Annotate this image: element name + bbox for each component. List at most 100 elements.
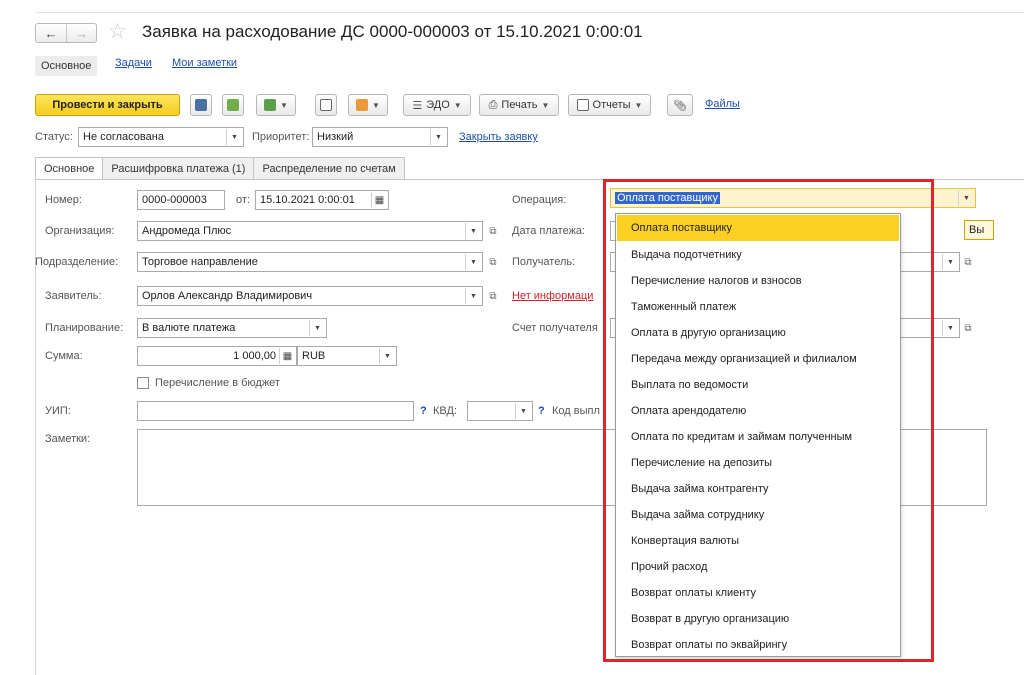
highlight-frame [603,179,934,662]
applicant-field[interactable]: Орлов Александр Владимирович ▼ [137,286,483,306]
edo-button[interactable]: ☰ ЭДО ▼ [403,94,471,116]
planning-value: В валюте платежа [142,322,236,334]
post-and-close-label: Провести и закрыть [52,99,163,111]
save-button[interactable] [190,94,212,116]
post-document-icon [227,99,239,111]
favorite-star-icon[interactable]: ☆ [108,20,127,44]
currency-value: RUB [302,350,326,362]
chevron-down-icon[interactable]: ▼ [942,320,958,336]
number-field[interactable]: 0000-000003 [137,190,225,210]
chevron-down-icon[interactable]: ▼ [465,254,481,270]
calculator-icon[interactable]: ▦ [279,348,295,364]
sum-field[interactable]: 1 000,00 ▦ [137,346,297,366]
applicant-value: Орлов Александр Владимирович [142,290,313,302]
chevron-down-icon: ▼ [634,100,643,110]
print-button[interactable]: ⎙ Печать ▼ [479,94,559,116]
status-value: Не согласована [83,131,164,143]
print-label: Печать [501,99,538,111]
paperclip-icon: 📎︎ [673,99,687,112]
organization-field[interactable]: Андромеда Плюс ▼ [137,221,483,241]
open-recipient-icon[interactable]: ⧉ [960,253,976,271]
tab-bar: Основное Расшифровка платежа (1) Распред… [35,157,405,179]
planning-label: Планирование: [45,322,124,334]
chevron-down-icon[interactable]: ▼ [430,129,446,145]
uip-help-icon[interactable]: ? [420,405,427,417]
chevron-down-icon: ▼ [453,100,462,110]
section-tasks[interactable]: Задачи [115,57,152,69]
priority-value: Низкий [317,131,354,143]
create-based-on-button[interactable]: ▼ [256,94,296,116]
budget-checkbox[interactable] [137,377,149,389]
currency-field[interactable]: RUB ▼ [297,346,397,366]
reports-icon [576,99,589,111]
chevron-down-icon[interactable]: ▼ [379,348,395,364]
tab-main[interactable]: Основное [35,157,104,179]
uip-field[interactable] [137,401,414,421]
priority-label: Приоритет: [252,131,310,143]
list-icon [320,99,332,111]
open-organization-icon[interactable]: ⧉ [485,222,501,240]
department-field[interactable]: Торговое направление ▼ [137,252,483,272]
chevron-down-icon[interactable]: ▼ [465,288,481,304]
chevron-down-icon[interactable]: ▼ [465,223,481,239]
planning-field[interactable]: В валюте платежа ▼ [137,318,327,338]
recipient-account-label: Счет получателя [512,322,598,334]
form-left-border [35,179,36,675]
chevron-down-icon[interactable]: ▼ [942,254,958,270]
uip-label: УИП: [45,405,71,417]
forward-button[interactable]: → [66,24,96,42]
reports-button[interactable]: Отчеты ▼ [568,94,651,116]
create-based-icon [264,99,277,111]
related-documents-icon [356,99,369,111]
sum-label: Сумма: [45,350,83,362]
chevron-down-icon[interactable]: ▼ [958,190,974,206]
post-and-close-button[interactable]: Провести и закрыть [35,94,180,116]
number-label: Номер: [45,194,82,206]
chevron-down-icon[interactable]: ▼ [515,403,531,419]
priority-field[interactable]: Низкий ▼ [312,127,448,147]
attach-button[interactable]: 📎︎ [667,94,693,116]
operation-label: Операция: [512,194,567,206]
section-notes[interactable]: Мои заметки [172,57,237,69]
close-request-link[interactable]: Закрыть заявку [459,131,538,143]
tab-payment-breakdown[interactable]: Расшифровка платежа (1) [102,157,255,179]
status-label: Статус: [35,131,73,143]
right-cut-button-label: Вы [969,224,985,236]
tab-account-distribution[interactable]: Распределение по счетам [253,157,405,179]
chevron-down-icon[interactable]: ▼ [226,129,242,145]
no-info-link[interactable]: Нет информаци [512,290,593,302]
calendar-icon[interactable]: ▦ [371,192,387,208]
kvd-label: КВД: [433,405,458,417]
right-cut-button[interactable]: Вы [964,220,994,240]
status-field[interactable]: Не согласована ▼ [78,127,244,147]
chevron-down-icon: ▼ [372,100,380,110]
edo-label: ЭДО [426,99,450,111]
related-docs-button[interactable]: ▼ [348,94,388,116]
kvd-field[interactable]: ▼ [467,401,533,421]
section-main[interactable]: Основное [35,56,98,76]
post-button[interactable] [222,94,244,116]
back-button[interactable]: ← [36,24,66,42]
open-applicant-icon[interactable]: ⧉ [485,287,501,305]
edo-icon: ☰ [412,99,423,112]
payment-date-label: Дата платежа: [512,225,586,237]
recipient-label: Получатель: [512,256,576,268]
files-link[interactable]: Файлы [705,98,740,110]
chevron-down-icon: ▼ [280,100,288,110]
date-value: 15.10.2021 0:00:01 [260,194,355,206]
printer-icon: ⎙ [488,98,498,111]
open-department-icon[interactable]: ⧉ [485,253,501,271]
pay-code-label: Код выпл [552,405,600,417]
chevron-down-icon: ▼ [541,100,550,110]
chevron-down-icon[interactable]: ▼ [309,320,325,336]
date-from-label: от: [236,194,250,206]
date-field[interactable]: 15.10.2021 0:00:01 ▦ [255,190,389,210]
applicant-label: Заявитель: [45,290,102,302]
budget-checkbox-row[interactable]: Перечисление в бюджет [137,377,280,389]
journal-button[interactable] [315,94,337,116]
department-label: Подразделение: [35,256,119,268]
kvd-help-icon[interactable]: ? [538,405,545,417]
open-recipient-account-icon[interactable]: ⧉ [960,319,976,337]
save-icon [195,99,207,111]
organization-label: Организация: [45,225,115,237]
